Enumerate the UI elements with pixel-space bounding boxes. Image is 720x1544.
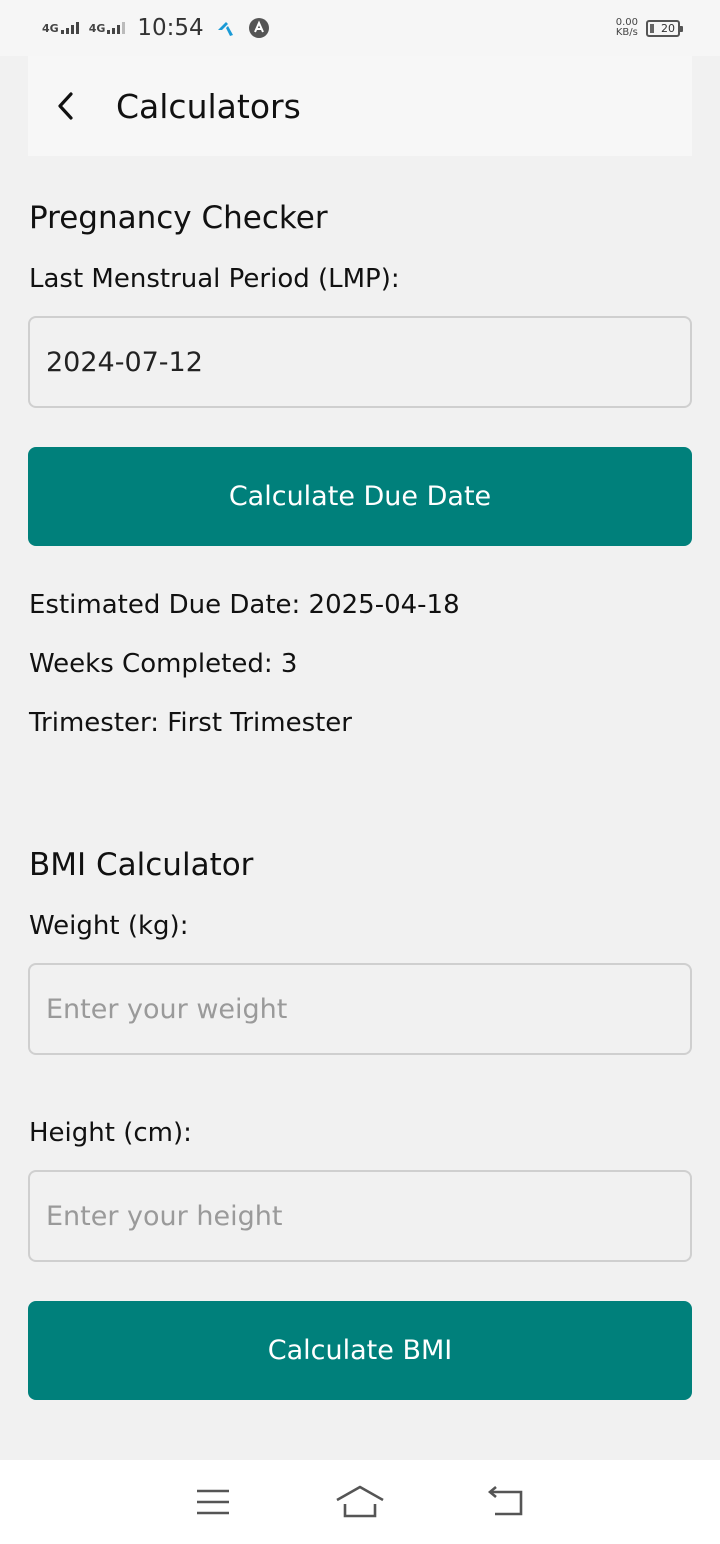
signal-icon-sim2: 4G [89, 22, 126, 34]
pregnancy-section-title: Pregnancy Checker [29, 200, 328, 236]
clock: 10:54 [137, 15, 204, 41]
weight-label: Weight (kg): [29, 911, 189, 941]
home-icon [336, 1485, 384, 1518]
menu-icon [197, 1489, 230, 1515]
battery-icon: 20 [646, 19, 683, 37]
height-input[interactable] [28, 1170, 692, 1262]
system-nav-bar [0, 1460, 720, 1544]
lmp-date-input[interactable] [28, 316, 692, 408]
lmp-label: Last Menstrual Period (LMP): [29, 264, 400, 294]
back-nav-button[interactable] [477, 1472, 537, 1532]
back-button[interactable] [28, 56, 104, 156]
weight-input[interactable] [28, 963, 692, 1055]
weeks-completed-result: Weeks Completed: 3 [29, 649, 298, 679]
signal-icon-sim1: 4G [42, 22, 79, 34]
trimester-result: Trimester: First Trimester [29, 708, 352, 738]
due-date-result: Estimated Due Date: 2025-04-18 [29, 590, 460, 620]
app-notification-icon [217, 22, 233, 36]
network-type-2: 4G [88, 22, 106, 35]
menu-nav-button[interactable] [183, 1472, 243, 1532]
vpn-icon [248, 18, 269, 38]
network-type-1: 4G [42, 22, 59, 35]
page-title: Calculators [116, 86, 301, 126]
speed-unit: KB/s [615, 27, 638, 38]
chevron-left-icon [58, 92, 73, 120]
height-label: Height (cm): [29, 1118, 192, 1148]
bmi-section-title: BMI Calculator [29, 847, 254, 883]
home-nav-button[interactable] [330, 1472, 390, 1532]
return-icon [487, 1486, 522, 1516]
app-header: Calculators [28, 56, 692, 156]
network-speed: 0.00 KB/s [616, 18, 638, 38]
status-left: 4G 4G 10:54 [42, 15, 270, 41]
calculate-bmi-button[interactable]: Calculate BMI [28, 1301, 692, 1400]
status-bar: 4G 4G 10:54 0.00 KB/s 20 [0, 0, 720, 56]
status-right: 0.00 KB/s 20 [616, 18, 683, 38]
calculate-due-date-button[interactable]: Calculate Due Date [28, 447, 692, 546]
battery-level: 20 [661, 21, 675, 35]
